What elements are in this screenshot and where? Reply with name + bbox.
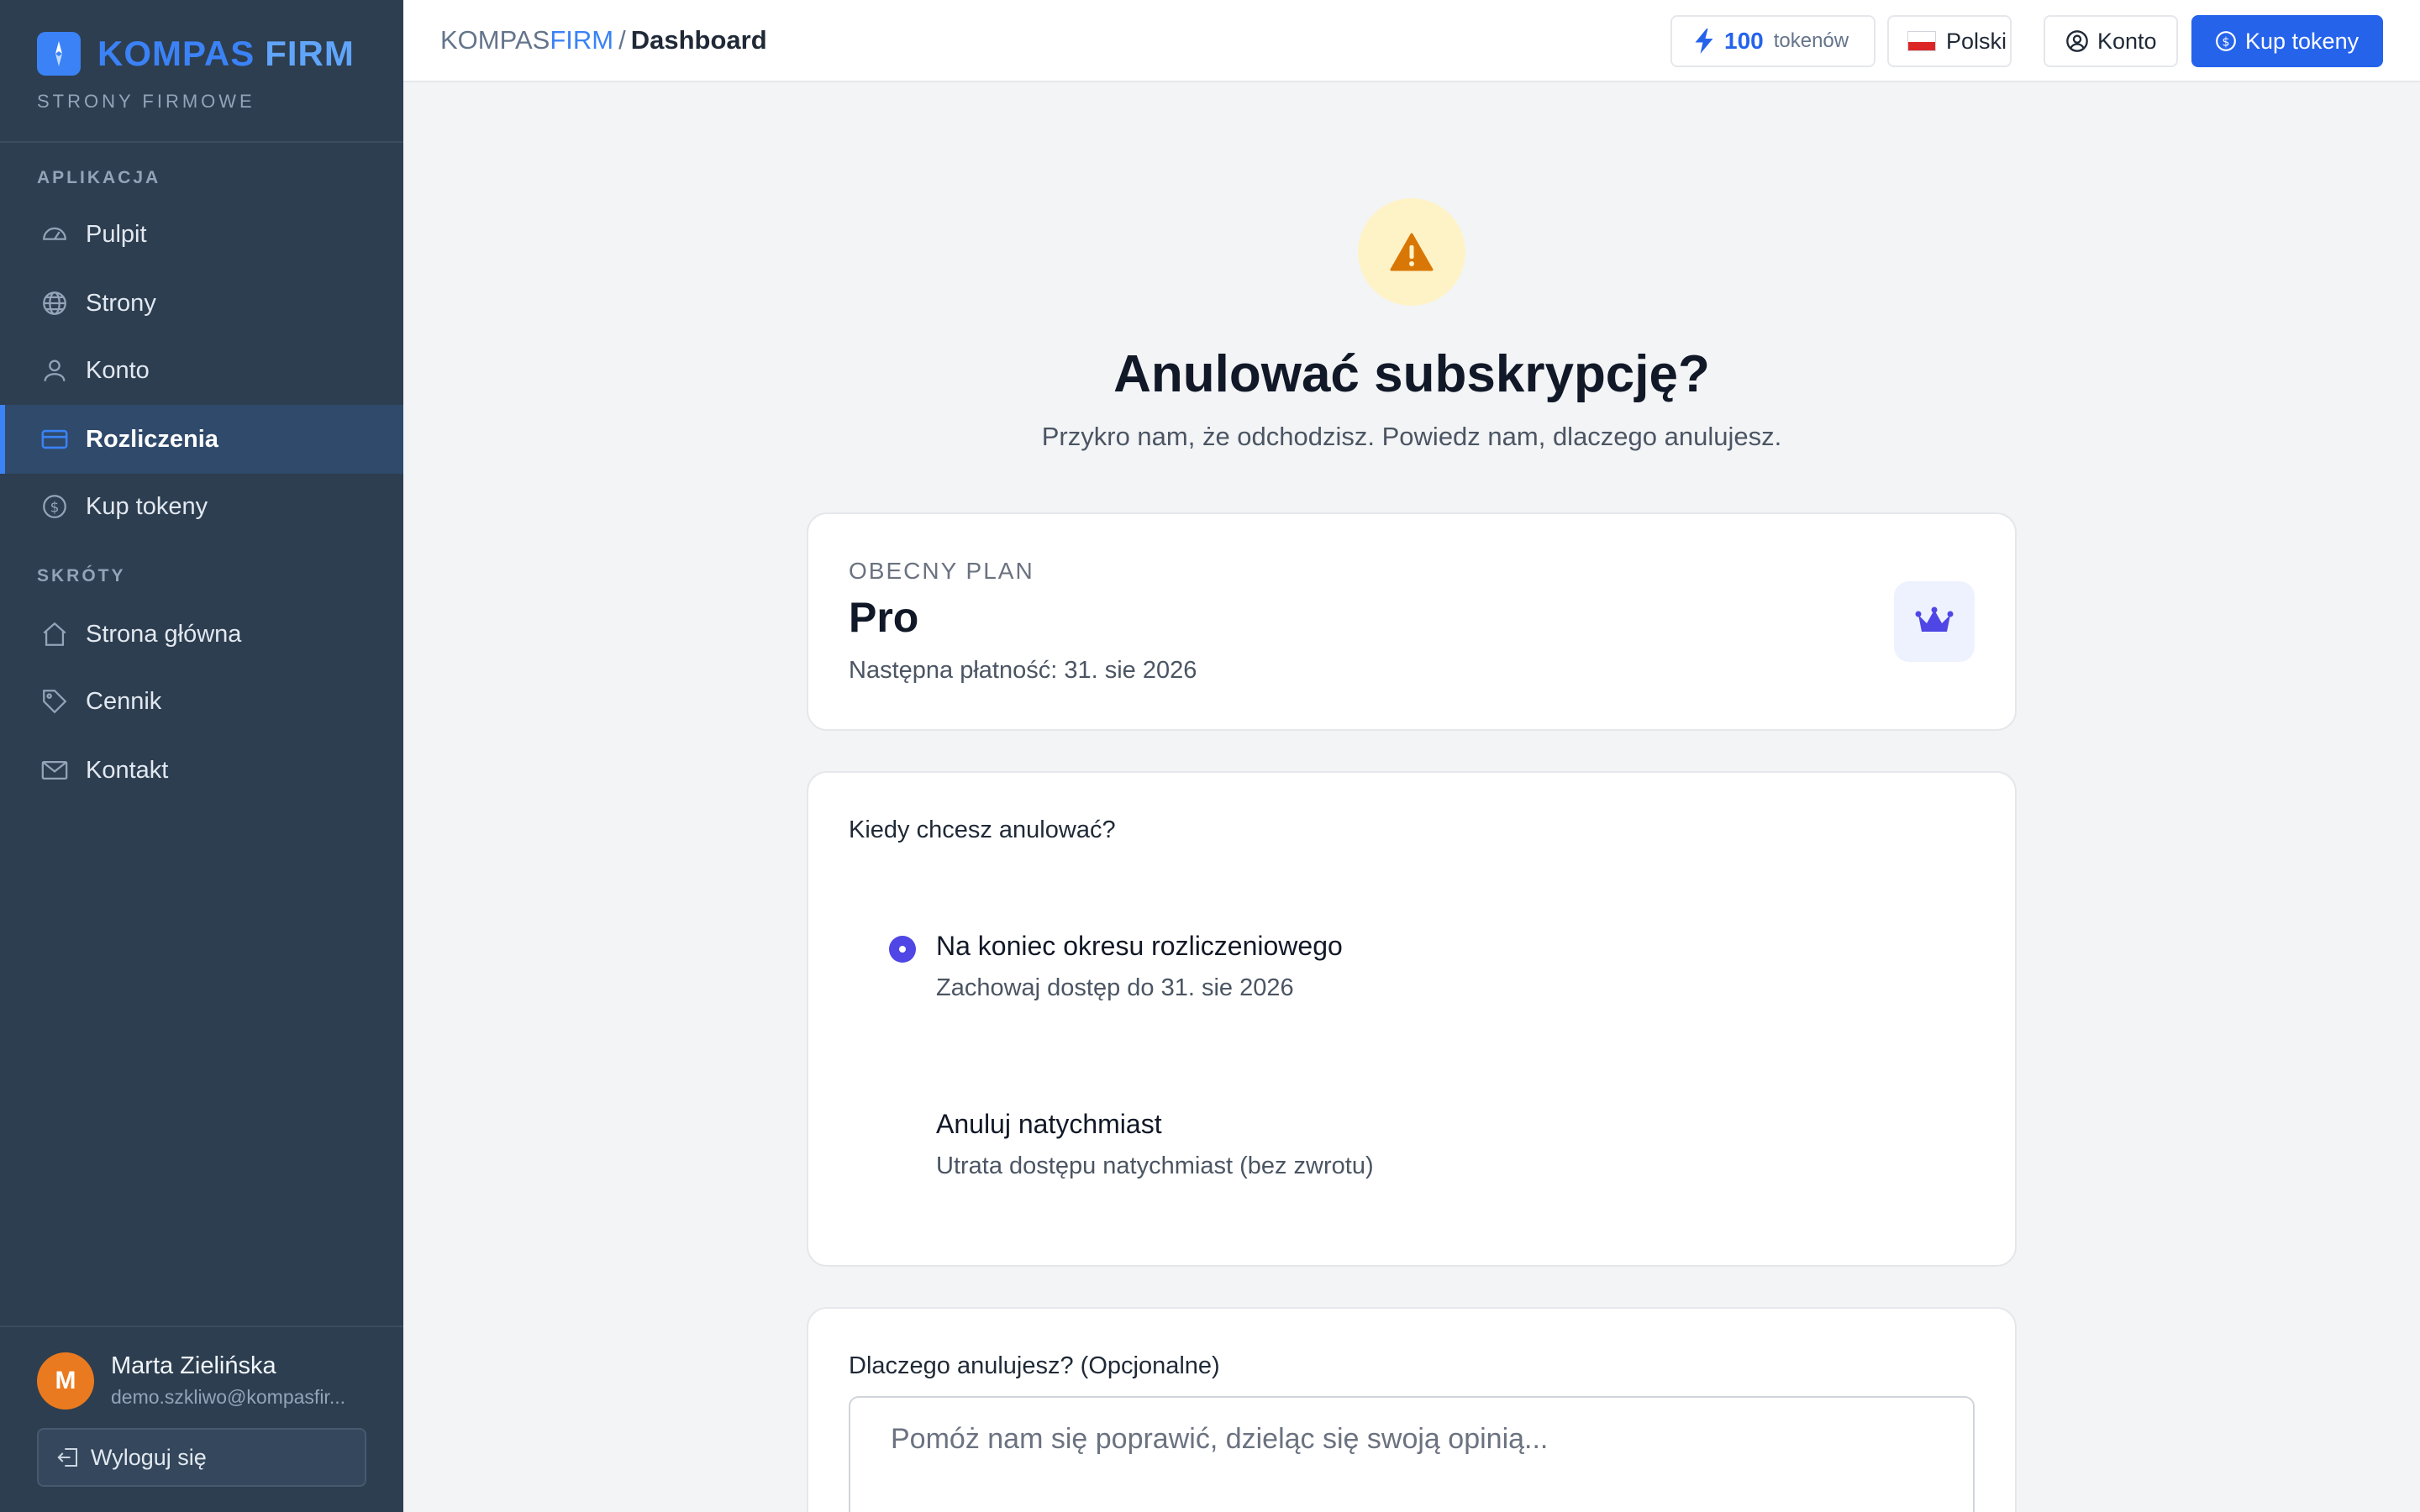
- user-icon: [44, 360, 66, 381]
- account-label: Konto: [2097, 28, 2157, 54]
- breadcrumb-separator: /: [618, 25, 626, 55]
- option-title: Na koniec okresu rozliczeniowego: [936, 931, 1343, 961]
- poland-flag-icon: [1907, 31, 1936, 51]
- section-label-shortcuts: SKRÓTY: [37, 566, 126, 585]
- avatar: M: [37, 1352, 94, 1410]
- breadcrumb-current: Dashboard: [630, 25, 767, 55]
- cancel-reason-label: Dlaczego anulujesz? (Opcjonalne): [849, 1352, 1220, 1379]
- option-description: Zachowaj dostęp do 31. sie 2026: [936, 974, 1294, 1001]
- section-label-app: APLIKACJA: [37, 168, 161, 187]
- cancel-timing-question: Kiedy chcesz anulować?: [849, 816, 1116, 843]
- cancel-timing-card: Kiedy chcesz anulować? Na koniec okresu …: [807, 771, 2017, 1267]
- tokens-count: 100: [1724, 28, 1764, 54]
- sidebar-item-label: Konto: [86, 356, 150, 384]
- sidebar-item-konto[interactable]: Konto: [0, 336, 403, 405]
- svg-text:$: $: [50, 499, 60, 516]
- sidebar-item-strony[interactable]: Strony: [0, 269, 403, 338]
- language-selector[interactable]: Polski: [1887, 15, 2012, 67]
- breadcrumb: KOMPASFIRM / Dashboard: [440, 25, 767, 55]
- sidebar-item-strona-glowna[interactable]: Strona główna: [0, 600, 403, 669]
- warning-badge: [1358, 198, 1465, 306]
- plan-label: OBECNY PLAN: [849, 558, 1034, 584]
- sidebar-item-label: Cennik: [86, 687, 162, 715]
- top-header: KOMPASFIRM / Dashboard 100 tokenów Polski …: [403, 0, 2420, 82]
- compass-logo-icon: [37, 32, 81, 76]
- warning-triangle-icon: [1390, 233, 1434, 271]
- page-subtitle: Przykro nam, że odchodzisz. Powiedz nam,…: [1041, 422, 1782, 451]
- user-email: demo.szkliwo@kompasfir...: [111, 1386, 345, 1408]
- globe-icon: [43, 291, 66, 315]
- buy-tokens-button[interactable]: $ Kup tokeny: [2191, 15, 2383, 67]
- sidebar-item-kup-tokeny[interactable]: $ Kup tokeny: [0, 472, 403, 541]
- lightning-icon: [1695, 29, 1713, 54]
- option-end-of-period[interactable]: Na koniec okresu rozliczeniowego Zachowa…: [808, 914, 2018, 1048]
- logout-icon: [57, 1448, 77, 1467]
- breadcrumb-home-part1[interactable]: KOMPAS: [440, 25, 550, 55]
- option-cancel-immediately[interactable]: Anuluj natychmiast Utrata dostępu natych…: [808, 1092, 2018, 1226]
- account-button[interactable]: Konto: [2044, 15, 2178, 67]
- coin-icon: $: [43, 495, 66, 518]
- option-description: Utrata dostępu natychmiast (bez zwrotu): [936, 1152, 1374, 1179]
- logout-label: Wyloguj się: [91, 1444, 207, 1470]
- sidebar-item-label: Rozliczenia: [86, 425, 218, 453]
- buy-tokens-label: Kup tokeny: [2245, 28, 2360, 54]
- sidebar-item-label: Kontakt: [86, 756, 169, 784]
- user-circle-icon: [2066, 30, 2088, 52]
- sidebar-item-pulpit[interactable]: Pulpit: [0, 200, 403, 269]
- sidebar-item-label: Strony: [86, 289, 156, 317]
- tokens-label: tokenów: [1773, 29, 1849, 52]
- crown-icon: [1915, 606, 1954, 632]
- page-title: Anulować subskrypcję?: [1113, 345, 1710, 403]
- envelope-icon: [41, 760, 68, 780]
- coin-icon: $: [2216, 31, 2236, 51]
- sidebar-item-label: Kup tokeny: [86, 492, 208, 520]
- sidebar-bottom-divider: [0, 1326, 403, 1327]
- logout-button[interactable]: Wyloguj się: [37, 1428, 366, 1487]
- sidebar-item-cennik[interactable]: Cennik: [0, 667, 403, 736]
- sidebar-item-label: Pulpit: [86, 220, 147, 248]
- credit-card-icon: [41, 429, 68, 449]
- brand-subtitle: STRONY FIRMOWE: [37, 91, 255, 112]
- sidebar-item-label: Strona główna: [86, 620, 242, 648]
- cancel-reason-textarea[interactable]: [849, 1396, 1975, 1512]
- sidebar-item-kontakt[interactable]: Kontakt: [0, 736, 403, 805]
- current-plan-card: OBECNY PLAN Pro Następna płatność: 31. s…: [807, 512, 2017, 731]
- plan-badge: [1894, 581, 1975, 662]
- user-name: Marta Zielińska: [111, 1352, 276, 1379]
- option-title: Anuluj natychmiast: [936, 1109, 1162, 1139]
- sidebar-divider: [0, 141, 403, 143]
- plan-name: Pro: [849, 594, 919, 641]
- cancel-reason-card: Dlaczego anulujesz? (Opcjonalne): [807, 1307, 2017, 1512]
- next-payment: Następna płatność: 31. sie 2026: [849, 657, 1197, 684]
- radio-unselected[interactable]: [889, 1114, 916, 1141]
- breadcrumb-home-part2[interactable]: FIRM: [550, 25, 613, 55]
- sidebar-item-rozliczenia[interactable]: Rozliczenia: [0, 405, 403, 474]
- tokens-balance-button[interactable]: 100 tokenów: [1670, 15, 1876, 67]
- brand-name: KOMPAS FIRM: [97, 34, 355, 73]
- dashboard-gauge-icon: [43, 227, 66, 240]
- brand-logo-link[interactable]: KOMPAS FIRM: [37, 32, 355, 76]
- tag-icon: [43, 690, 67, 714]
- radio-selected[interactable]: [889, 936, 916, 963]
- svg-text:$: $: [2223, 35, 2230, 49]
- language-label: Polski: [1946, 28, 2007, 54]
- sidebar: KOMPAS FIRM STRONY FIRMOWE APLIKACJA Pulp…: [0, 0, 403, 1512]
- home-icon: [43, 622, 66, 646]
